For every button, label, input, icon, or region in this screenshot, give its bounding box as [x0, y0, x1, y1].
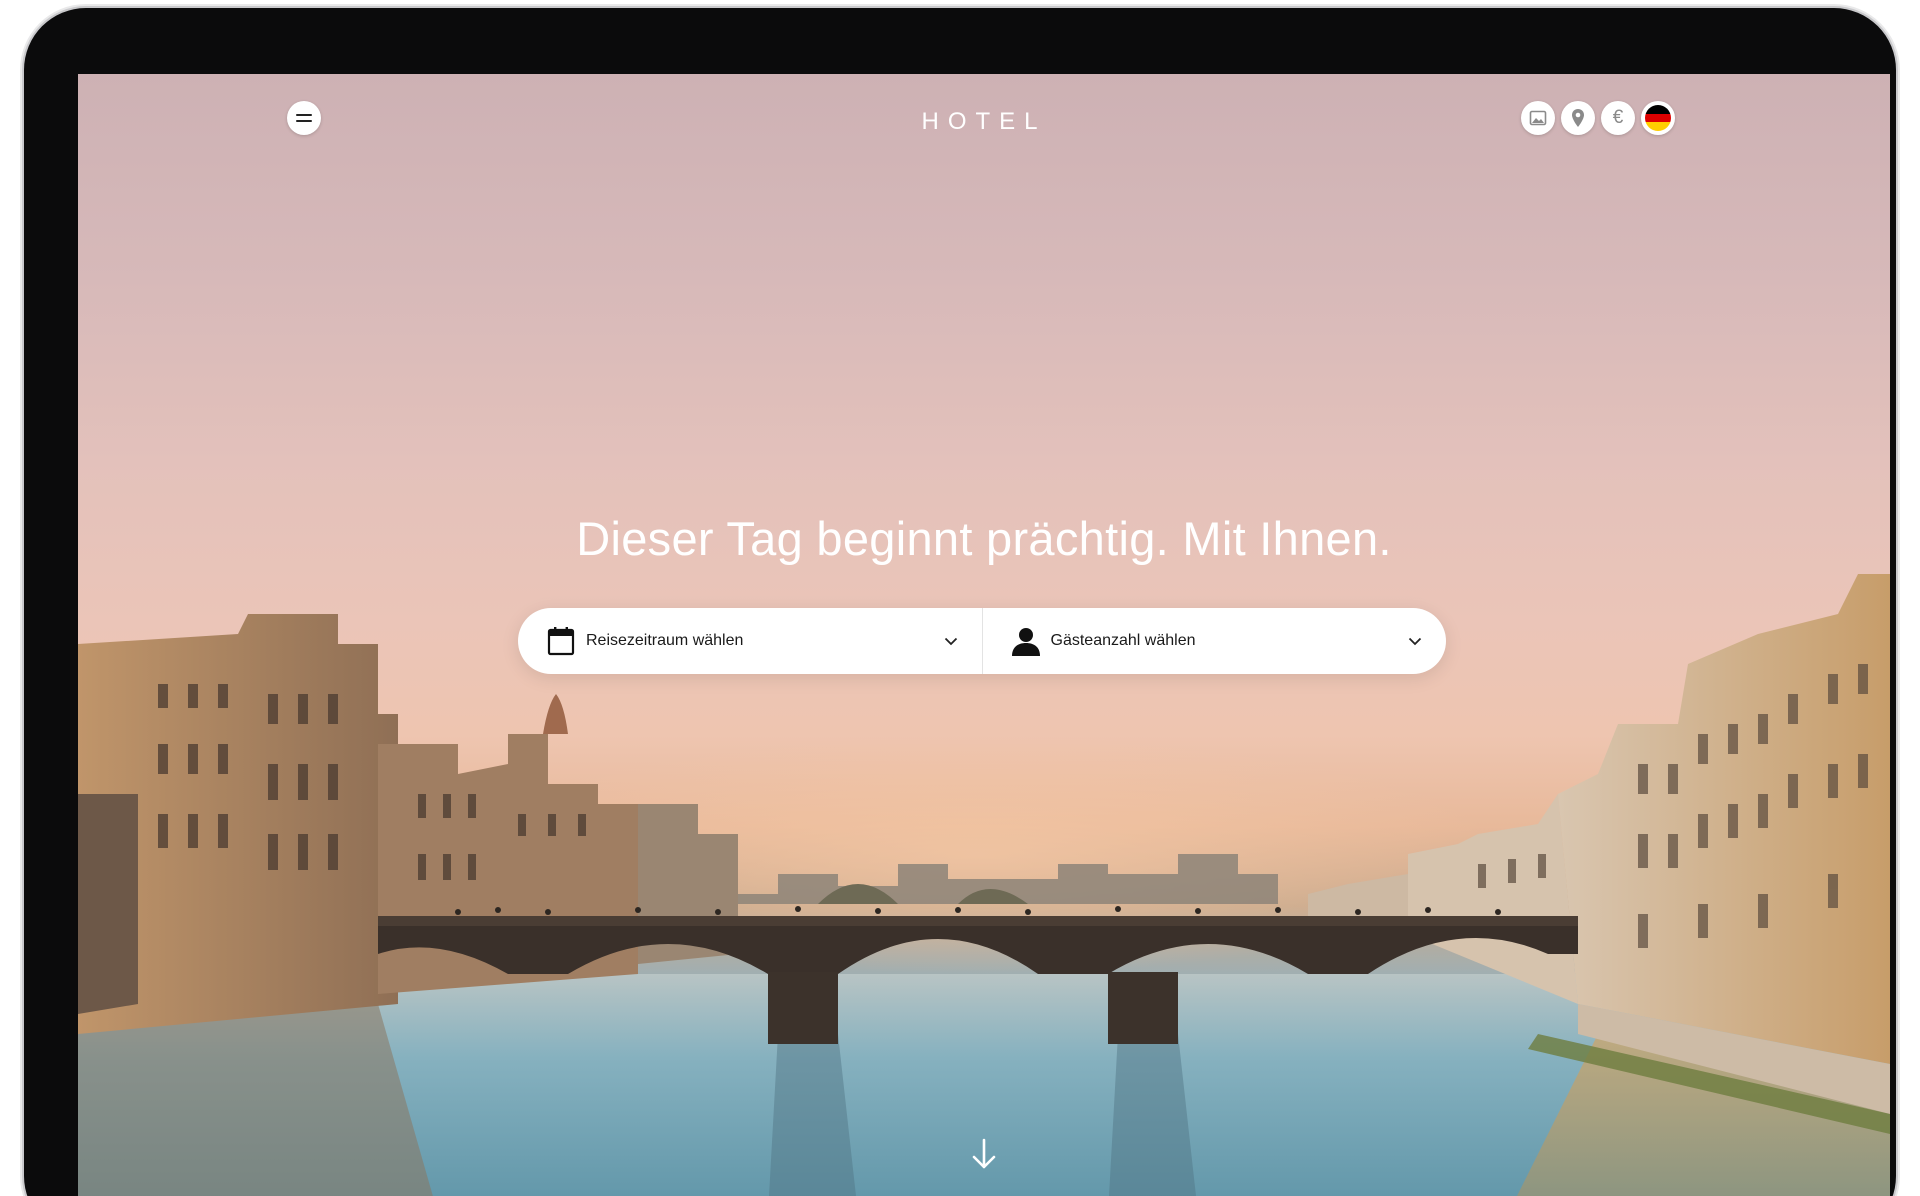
brand-logo[interactable]: HOTEL: [884, 108, 1084, 136]
language-button[interactable]: [1641, 101, 1675, 135]
hero-screen: HOTEL € Dieser Tag beginnt prächtig. Mit…: [78, 74, 1890, 1196]
location-pin-icon: [1572, 109, 1584, 127]
laptop-frame: HOTEL € Dieser Tag beginnt prächtig. Mit…: [24, 8, 1896, 1196]
chevron-down-icon: [942, 632, 960, 650]
currency-button[interactable]: €: [1601, 101, 1635, 135]
euro-currency-icon: €: [1612, 107, 1624, 128]
hero-headline: Dieser Tag beginnt prächtig. Mit Ihnen.: [576, 512, 1392, 565]
menu-button[interactable]: [287, 101, 321, 135]
utility-buttons: €: [1521, 101, 1675, 135]
gallery-button[interactable]: [1521, 101, 1555, 135]
guest-count-label: Gästeanzahl wählen: [1050, 632, 1196, 649]
location-button[interactable]: [1561, 101, 1595, 135]
person-icon: [1011, 626, 1041, 656]
arrow-down-icon: [972, 1138, 996, 1169]
gallery-icon: [1529, 110, 1547, 126]
calendar-icon: [546, 626, 576, 656]
date-range-label: Reisezeitraum wählen: [586, 632, 744, 649]
date-range-selector[interactable]: Reisezeitraum wählen: [518, 608, 982, 674]
german-flag-icon: [1645, 105, 1671, 131]
booking-search-bar: Reisezeitraum wählen Gästeanzahl wählen: [518, 608, 1446, 674]
scroll-down-button[interactable]: [967, 1136, 1001, 1172]
hamburger-menu-icon: [296, 114, 312, 122]
chevron-down-icon: [1406, 632, 1424, 650]
guest-count-selector[interactable]: Gästeanzahl wählen: [981, 608, 1447, 674]
